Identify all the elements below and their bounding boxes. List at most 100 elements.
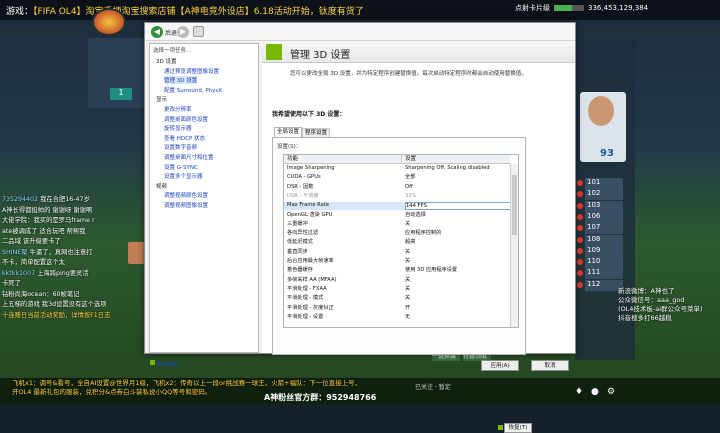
player-stat[interactable]: 106 (585, 211, 623, 223)
task-tree-pane: 选择一项任务... 3D 设置通过预览调整图像设置 管理 3D 设置 配置 Surr… (149, 43, 259, 368)
settings-row[interactable]: 平滑处理 - 灰度纠正 开 (284, 305, 510, 312)
tree-item[interactable]: 设置数字音频 (164, 143, 197, 151)
row-setting: 自动选择 (405, 211, 426, 218)
row-feature: 后台应用最大帧速率 (287, 258, 334, 264)
home-icon[interactable] (193, 26, 204, 37)
chat-username[interactable]: SHINE聚 (2, 249, 28, 256)
player-stat[interactable]: 108 (585, 234, 623, 246)
row-feature: 各向异性过滤 (287, 230, 319, 237)
tree-item[interactable]: 配置 Surround, PhysX (164, 86, 222, 94)
gear-icon[interactable]: ⚙ (607, 388, 616, 397)
chat-text: 大佬学院：我买的是罗马frame r (2, 217, 95, 224)
tab-global-settings[interactable]: 全局设置 (274, 127, 302, 137)
row-feature: 垂直同步 (287, 248, 308, 255)
tab-program-settings[interactable]: 程序设置 (302, 128, 330, 137)
game-level-badge: 1 (110, 88, 132, 100)
settings-row[interactable]: 着色器缓存 使用 3D 应用程序设置 (284, 267, 510, 274)
settings-row[interactable]: DSR - 因数 Off (284, 184, 510, 191)
bottom-hint: 已关注 · 暂定 (415, 384, 451, 391)
status-dot (577, 213, 583, 220)
status-label: 点射卡片级 (515, 4, 550, 12)
settings-row[interactable]: 平滑处理 - 模式 关 (284, 295, 510, 302)
stream-title-prefix: 游戏： (6, 7, 34, 17)
chat-text: ate被调成了 适合玩吧 帮帮我 (2, 227, 86, 235)
user-icon[interactable]: ● (591, 388, 600, 397)
chat-text: 十连赠日当前活动奖励，详情按F1日志 (2, 311, 111, 319)
settings-row[interactable]: CUDA - GPUs 全部 (284, 174, 510, 181)
bell-icon[interactable]: ♦ (575, 388, 584, 397)
apply-button[interactable]: 应用(A) (481, 360, 519, 371)
chat-message: 钻粉尚海ocean：60帧笔记 (2, 290, 152, 301)
chat-text: 上海跨ping要灵活 (37, 269, 89, 277)
row-setting[interactable]: 144 FPS (405, 202, 517, 211)
tree-item[interactable]: 通过预览调整图像设置 (164, 67, 219, 75)
system-info-link[interactable]: 系统信息 (156, 360, 178, 368)
settings-row[interactable]: DSR - 平滑度 33% (284, 193, 510, 200)
scrollbar-thumb[interactable] (512, 175, 517, 235)
restore-button[interactable]: 恢复(T) (504, 423, 532, 433)
status-dot (577, 247, 583, 254)
player-stat[interactable]: 111 (585, 268, 623, 280)
bottom-rules-text: 飞机x1：调号&看号，全自AI设置@世界月1级，飞机x2：传奇以上一段or挑战赛… (12, 379, 452, 397)
cancel-button[interactable]: 取消 (531, 360, 569, 371)
player-rating: 93 (600, 148, 614, 159)
bottom-icons: ♦ ● ⚙ (575, 388, 635, 402)
row-setting: 关 (405, 220, 411, 227)
tree-category[interactable]: 3D 设置 (156, 57, 176, 65)
tree-item[interactable]: 旋转显示器 (164, 124, 192, 132)
player-stat[interactable]: 101 (585, 178, 623, 189)
tree-item[interactable]: 调整视频图像设置 (164, 201, 208, 209)
tree-category[interactable]: 视频 (156, 182, 167, 190)
task-label: 选择一项任务... (153, 48, 192, 54)
column-header-feature[interactable]: 功能 (284, 155, 402, 164)
chat-text: 上五梯的游戏 我3d设置没有这个选项 (2, 301, 107, 308)
forward-button[interactable]: ▶ (177, 26, 189, 38)
note-line: 抖音搜多打66越稳 (618, 314, 672, 322)
tree-category[interactable]: 显示 (156, 95, 167, 103)
settings-row[interactable]: 后台应用最大帧速率 关 (284, 258, 510, 265)
column-header-setting[interactable]: 设置 (402, 155, 510, 164)
chat-message: 735294402 我在合肥16-47岁 (2, 195, 152, 206)
settings-row[interactable]: Max Frame Rate 144 FPS (284, 202, 517, 211)
tree-item[interactable]: 管理 3D 设置 (164, 76, 198, 85)
content-pane: 管理 3D 设置 您可以更改全局 3D 设置，并为特定程序创建替换值。每次启动特… (262, 41, 575, 433)
row-feature: Image Sharpening (287, 165, 335, 171)
tree-item[interactable]: 调整视频颜色设置 (164, 191, 208, 199)
row-feature: 多帧采样 AA (MFAA) (287, 276, 337, 283)
tree-item[interactable]: 调整桌面尺寸和位置 (164, 153, 214, 161)
row-setting: Off (405, 183, 413, 190)
chat-text: 卡死了 (2, 280, 21, 287)
streamer-info-notes: 新浪微博：A神也了 公众微信号：aaa_god (OL4技术板-ai群公众号菜单… (618, 287, 718, 323)
settings-row[interactable]: 各向异性过滤 应用程序控制的 (284, 230, 510, 237)
tree-item[interactable]: 设置 G-SYNC (164, 163, 198, 171)
chat-text: 不卡，简单配置这个太 (2, 259, 65, 266)
tree-item[interactable]: 更改分辨率 (164, 105, 192, 113)
tree-item[interactable]: 查看 HDCP 状态 (164, 134, 205, 142)
viewer-count: 336,453,129,384 (588, 4, 649, 12)
chat-text: 二品域 该升级要卡了 (2, 238, 61, 245)
chat-username[interactable]: kktkk1007 (2, 270, 35, 277)
tree-item[interactable]: 设置多个显示器 (164, 172, 203, 180)
player-stat[interactable]: 110 (585, 257, 623, 269)
back-button[interactable]: ◀ (151, 26, 163, 38)
player-stat[interactable]: 102 (585, 189, 623, 201)
chat-message: kktkk1007 上海跨ping要灵活 (2, 269, 152, 280)
settings-row[interactable]: 垂直同步 关 (284, 249, 510, 256)
row-feature: 低延迟模式 (287, 239, 313, 246)
settings-row[interactable]: 平滑处理 - FXAA 关 (284, 286, 510, 293)
row-setting: 关 (405, 285, 411, 292)
settings-row[interactable]: 平滑处理 - 设置 无 (284, 314, 510, 321)
settings-row[interactable]: 多帧采样 AA (MFAA) 关 (284, 277, 510, 284)
settings-row[interactable]: OpenGL 渲染 GPU 自动选择 (284, 212, 510, 219)
settings-row[interactable]: 三重缓冲 关 (284, 221, 510, 228)
row-setting: 全部 (405, 174, 416, 181)
settings-row[interactable]: Image Sharpening Sharpening Off, Scaling … (284, 165, 510, 172)
chat-text: A神长得都挺帅的 谢谢呀 谢谢啊 (2, 206, 93, 214)
player-stat[interactable]: 109 (585, 245, 623, 257)
player-stat[interactable]: 103 (585, 200, 623, 212)
tree-item[interactable]: 调整桌面颜色设置 (164, 115, 208, 123)
settings-row[interactable]: 低延迟模式 超高 (284, 239, 510, 246)
player-stat[interactable]: 107 (585, 223, 623, 235)
chat-text: 钻粉尚海ocean：60帧笔记 (2, 290, 80, 298)
chat-username[interactable]: 735294402 (2, 196, 38, 203)
